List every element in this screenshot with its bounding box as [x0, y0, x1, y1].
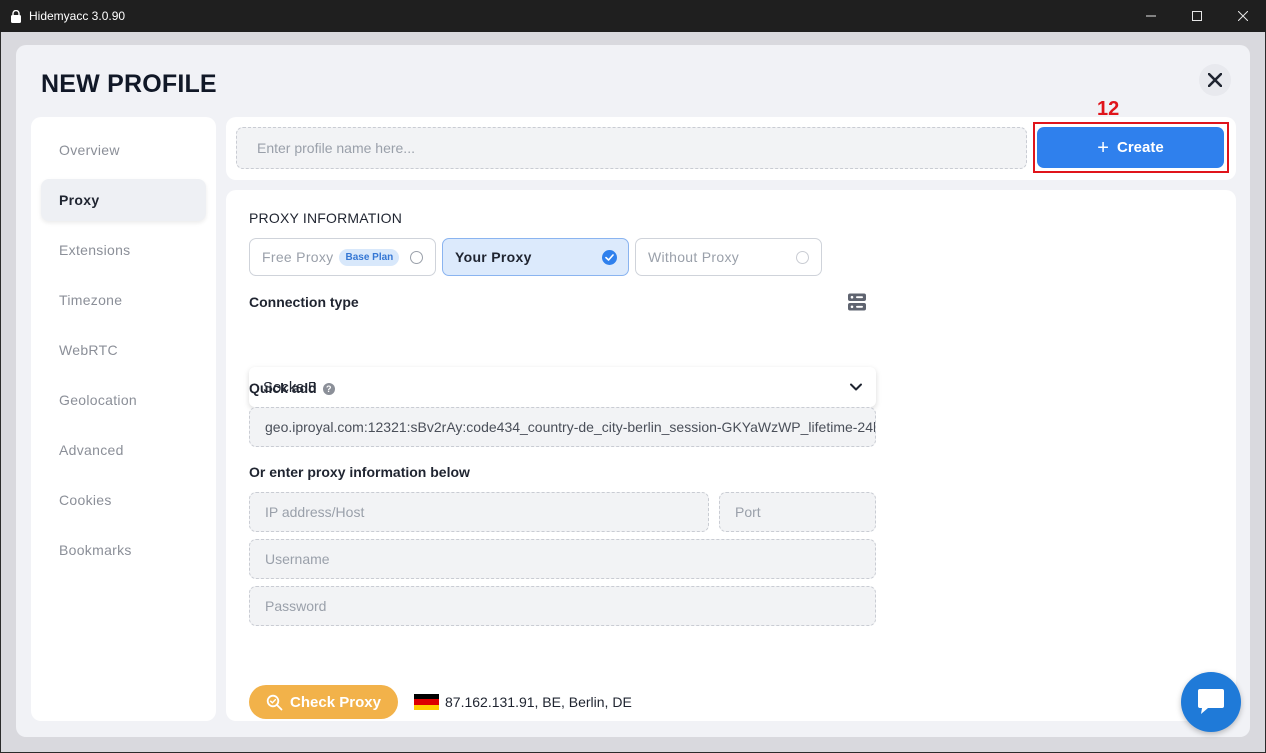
window-title: Hidemyacc 3.0.90	[29, 9, 126, 23]
sidebar-item-label: Cookies	[59, 492, 112, 508]
germany-flag-icon	[414, 694, 439, 710]
create-button[interactable]: + Create	[1037, 127, 1224, 168]
step-annotation-number: 12	[1097, 98, 1120, 120]
profile-sidebar: Overview Proxy Extensions Timezone WebRT…	[31, 117, 216, 721]
sidebar-item-label: Overview	[59, 142, 120, 158]
sidebar-item-label: Timezone	[59, 292, 123, 308]
chevron-down-icon	[850, 383, 862, 391]
window-close-icon	[1238, 11, 1248, 21]
manual-entry-label: Or enter proxy information below	[249, 464, 470, 480]
sidebar-item-label: Geolocation	[59, 392, 138, 408]
proxy-result-text: 87.162.131.91, BE, Berlin, DE	[445, 694, 632, 710]
modal-close-button[interactable]	[1199, 64, 1231, 96]
proxy-section-title: PROXY INFORMATION	[249, 210, 403, 226]
quick-add-label: Quick add	[249, 380, 317, 396]
minimize-button[interactable]	[1128, 0, 1174, 32]
sidebar-item-bookmarks[interactable]: Bookmarks	[41, 529, 206, 571]
sidebar-item-label: Advanced	[59, 442, 124, 458]
ip-host-input[interactable]	[249, 492, 709, 532]
proxy-option-without-proxy[interactable]: Without Proxy	[635, 238, 822, 276]
window-titlebar: Hidemyacc 3.0.90	[0, 0, 1266, 32]
sidebar-item-proxy[interactable]: Proxy	[41, 179, 206, 221]
check-proxy-label: Check Proxy	[290, 693, 381, 711]
search-check-icon	[266, 694, 283, 710]
quick-add-input[interactable]	[249, 407, 876, 447]
sidebar-item-cookies[interactable]: Cookies	[41, 479, 206, 521]
base-plan-badge: Base Plan	[339, 248, 400, 266]
proxy-check-result: 87.162.131.91, BE, Berlin, DE	[414, 694, 632, 710]
proxy-option-label: Your Proxy	[455, 249, 532, 265]
sidebar-item-label: Extensions	[59, 242, 131, 258]
proxy-option-label: Without Proxy	[648, 249, 740, 265]
profile-name-input[interactable]	[236, 127, 1027, 169]
help-icon[interactable]: ?	[322, 383, 335, 396]
chat-icon	[1198, 689, 1224, 714]
sidebar-item-webrtc[interactable]: WebRTC	[41, 329, 206, 371]
proxy-option-label: Free Proxy	[262, 249, 334, 265]
username-input[interactable]	[249, 539, 876, 579]
proxy-option-free[interactable]: Free Proxy Base Plan	[249, 238, 436, 276]
proxy-option-your-proxy[interactable]: Your Proxy	[442, 238, 629, 276]
app-lock-icon	[11, 9, 21, 23]
server-icon[interactable]	[847, 292, 867, 312]
port-input[interactable]	[719, 492, 876, 532]
sidebar-item-overview[interactable]: Overview	[41, 129, 206, 171]
modal-title: NEW PROFILE	[41, 70, 217, 98]
sidebar-item-label: Proxy	[59, 192, 100, 208]
minimize-icon	[1146, 15, 1156, 17]
window-close-button[interactable]	[1220, 0, 1266, 32]
plus-icon: +	[1097, 136, 1109, 159]
sidebar-item-advanced[interactable]: Advanced	[41, 429, 206, 471]
proxy-panel: PROXY INFORMATION Free Proxy Base Plan Y…	[226, 190, 1236, 721]
sidebar-item-geolocation[interactable]: Geolocation	[41, 379, 206, 421]
chat-support-button[interactable]	[1181, 672, 1241, 732]
create-button-label: Create	[1116, 139, 1164, 156]
radio-unchecked-icon	[410, 251, 423, 264]
check-proxy-button[interactable]: Check Proxy	[249, 685, 398, 719]
sidebar-item-extensions[interactable]: Extensions	[41, 229, 206, 271]
quick-add-title: Quick add?	[249, 380, 335, 396]
password-input[interactable]	[249, 586, 876, 626]
radio-unchecked-icon	[796, 251, 809, 264]
maximize-button[interactable]	[1174, 0, 1220, 32]
close-icon	[1208, 73, 1222, 87]
maximize-icon	[1192, 11, 1202, 21]
checked-icon	[602, 250, 617, 265]
connection-type-label: Connection type	[249, 294, 359, 310]
connection-type-select[interactable]: Socks 5	[249, 367, 876, 407]
sidebar-item-timezone[interactable]: Timezone	[41, 279, 206, 321]
sidebar-item-label: WebRTC	[59, 342, 118, 358]
sidebar-item-label: Bookmarks	[59, 542, 132, 558]
